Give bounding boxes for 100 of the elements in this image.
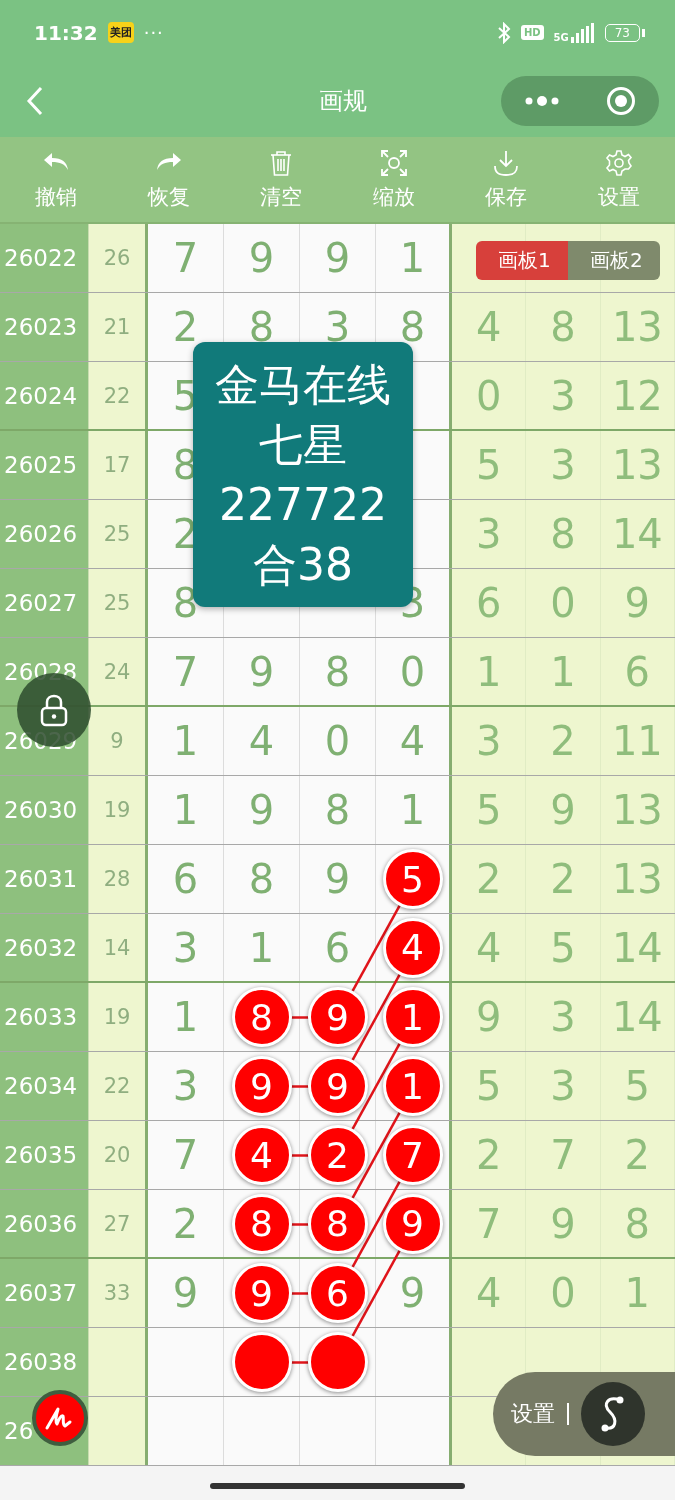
sum-cell: 25 bbox=[88, 500, 148, 568]
value-cell: 3 bbox=[526, 431, 601, 499]
digit-cell: 4 bbox=[224, 707, 300, 775]
value-cell: 3 bbox=[452, 500, 527, 568]
bluetooth-icon bbox=[496, 21, 511, 44]
value-cell: 1 bbox=[600, 1259, 675, 1327]
number-ball[interactable]: 9 bbox=[231, 1056, 292, 1116]
toolbar-button[interactable]: 清空 bbox=[225, 137, 338, 222]
value-cell: 3 bbox=[526, 983, 601, 1051]
sum-cell: 28 bbox=[88, 845, 148, 913]
digit-cell: 1 bbox=[376, 776, 452, 844]
digit-cell: 9 bbox=[148, 1259, 224, 1327]
connector-line bbox=[291, 1085, 309, 1088]
number-ball[interactable]: 2 bbox=[307, 1125, 368, 1185]
digit-cell: 1 bbox=[148, 707, 224, 775]
digit-cell: 1 bbox=[148, 776, 224, 844]
digit-cell: 0 bbox=[300, 707, 376, 775]
digit-cell: 9 bbox=[376, 1259, 452, 1327]
value-cell: 13 bbox=[600, 776, 675, 844]
number-ball[interactable]: 9 bbox=[231, 1263, 292, 1323]
more-icon[interactable] bbox=[524, 95, 560, 107]
number-ball[interactable]: 4 bbox=[231, 1125, 292, 1185]
toolbar-button[interactable]: 设置 bbox=[562, 137, 675, 222]
digit-cell: 0 bbox=[376, 638, 452, 705]
board-tab[interactable]: 画板1 bbox=[476, 241, 568, 280]
number-ball[interactable]: 1 bbox=[382, 1056, 443, 1116]
number-ball[interactable]: 5 bbox=[382, 849, 443, 909]
zoom-icon bbox=[379, 148, 408, 177]
value-cell: 6 bbox=[452, 569, 527, 637]
battery-level: 73 bbox=[604, 23, 640, 42]
value-cell: 4 bbox=[452, 914, 527, 981]
number-ball[interactable]: 6 bbox=[307, 1263, 368, 1323]
toolbar-button[interactable]: 恢复 bbox=[112, 137, 225, 222]
value-cell: 5 bbox=[452, 1052, 527, 1120]
value-cell: 0 bbox=[526, 1259, 601, 1327]
number-ball[interactable]: 8 bbox=[307, 1193, 368, 1254]
battery-tip-icon bbox=[642, 28, 645, 37]
value-cell: 13 bbox=[600, 431, 675, 499]
number-ball[interactable]: 9 bbox=[307, 1056, 368, 1116]
signal-icon bbox=[570, 22, 595, 43]
number-ball[interactable]: 7 bbox=[382, 1125, 443, 1185]
hd-badge: HD bbox=[520, 25, 544, 40]
number-ball[interactable]: 4 bbox=[382, 917, 443, 978]
digit-cell: 9 bbox=[300, 224, 376, 292]
digit-cell: 7 bbox=[148, 1121, 224, 1189]
value-cell: 6 bbox=[600, 638, 675, 705]
digit-cell: 6 bbox=[300, 914, 376, 981]
value-cell: 2 bbox=[452, 1121, 527, 1189]
value-cell: 2 bbox=[452, 845, 527, 913]
board-tab[interactable]: 画板2 bbox=[568, 241, 660, 280]
number-ball[interactable]: 1 bbox=[382, 987, 443, 1047]
sum-cell: 19 bbox=[88, 776, 148, 844]
digit-cell: 7 bbox=[148, 638, 224, 705]
digit-cell: 3 bbox=[148, 1052, 224, 1120]
toolbar-button[interactable]: 保存 bbox=[450, 137, 563, 222]
connector-line bbox=[291, 1361, 309, 1364]
value-cell: 9 bbox=[600, 569, 675, 637]
status-time: 11:32 bbox=[34, 20, 98, 45]
number-ball[interactable]: 9 bbox=[382, 1193, 443, 1254]
back-icon[interactable] bbox=[26, 86, 44, 116]
note-line: 合38 bbox=[253, 537, 353, 592]
number-ball[interactable]: 9 bbox=[307, 987, 368, 1047]
value-cell: 2 bbox=[526, 707, 601, 775]
sum-cell: 19 bbox=[88, 983, 148, 1051]
page-title: 画规 bbox=[318, 86, 367, 117]
save-icon bbox=[492, 148, 521, 177]
value-cell: 7 bbox=[452, 1190, 527, 1257]
capsule-menu[interactable] bbox=[501, 76, 659, 126]
number-ball[interactable]: 8 bbox=[231, 1193, 292, 1254]
sum-cell: 17 bbox=[88, 431, 148, 499]
value-cell: 5 bbox=[452, 776, 527, 844]
digit-cell: 1 bbox=[148, 983, 224, 1051]
digit-cell: 8 bbox=[300, 776, 376, 844]
digit-cell: 8 bbox=[300, 638, 376, 705]
connector-line bbox=[291, 1223, 309, 1226]
value-cell: 5 bbox=[452, 431, 527, 499]
value-cell: 14 bbox=[600, 983, 675, 1051]
issue-cell: 26035 bbox=[0, 1121, 88, 1189]
empty-ball[interactable] bbox=[307, 1332, 368, 1392]
value-cell: 3 bbox=[526, 362, 601, 429]
value-cell: 0 bbox=[526, 569, 601, 637]
issue-cell: 26025 bbox=[0, 431, 88, 499]
digit-cell: 1 bbox=[376, 224, 452, 292]
value-cell: 1 bbox=[526, 638, 601, 705]
value-cell: 7 bbox=[526, 1121, 601, 1189]
empty-ball[interactable] bbox=[231, 1332, 292, 1392]
toolbar-button[interactable]: 撤销 bbox=[0, 137, 113, 222]
connector-line bbox=[291, 1016, 309, 1019]
value-cell: 9 bbox=[452, 983, 527, 1051]
issue-cell: 26027 bbox=[0, 569, 88, 637]
value-cell: 8 bbox=[600, 1190, 675, 1257]
sum-cell: 25 bbox=[88, 569, 148, 637]
value-cell: 14 bbox=[600, 500, 675, 568]
value-cell: 4 bbox=[452, 293, 527, 361]
toolbar-button[interactable]: 缩放 bbox=[337, 137, 450, 222]
settings-link[interactable]: 设置 bbox=[511, 1399, 555, 1429]
digit-cell: 9 bbox=[300, 845, 376, 913]
number-ball[interactable]: 8 bbox=[231, 987, 292, 1047]
close-target-icon[interactable] bbox=[606, 86, 636, 116]
settings-icon bbox=[604, 148, 633, 177]
